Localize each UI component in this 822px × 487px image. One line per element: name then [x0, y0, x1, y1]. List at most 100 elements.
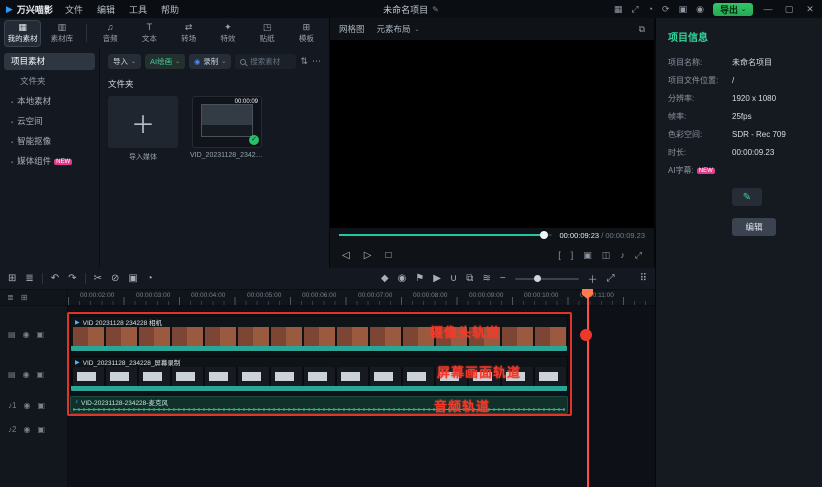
- sidebar-item-project-media[interactable]: 项目素材: [4, 53, 95, 70]
- ai-paint-button[interactable]: AI绘画 ⌄: [145, 54, 186, 69]
- eye-icon[interactable]: ◉: [23, 330, 30, 339]
- lock-icon[interactable]: ▣: [37, 425, 45, 434]
- zoom-out-icon[interactable]: −: [500, 273, 506, 284]
- cart-icon[interactable]: ▣: [679, 4, 688, 15]
- magnet-icon[interactable]: ∪: [450, 273, 457, 284]
- tab-stock[interactable]: ▥ 素材库: [43, 20, 80, 47]
- record-button[interactable]: ◉ 录制 ⌄: [189, 54, 232, 69]
- zoom-slider-handle[interactable]: [533, 275, 541, 282]
- time-ruler[interactable]: 00:00:02:00 00:00:03:00 00:00:04:00 00:0…: [68, 290, 655, 305]
- tab-text[interactable]: T 文本: [131, 20, 168, 47]
- tab-audio[interactable]: ♫ 音频: [91, 20, 128, 47]
- rename-icon[interactable]: ✎: [432, 5, 439, 14]
- collapse-tracks-icon[interactable]: ≣: [7, 293, 14, 302]
- export-button[interactable]: 导出 ⌄: [712, 2, 753, 16]
- camera-video-clip[interactable]: ▶ VID 20231128 234228 相机: [70, 316, 568, 352]
- crop-icon[interactable]: ▣: [583, 250, 592, 261]
- logo-icon: ▶: [6, 3, 13, 14]
- minimize-button[interactable]: —: [762, 4, 774, 14]
- more-icon[interactable]: ⋯: [312, 56, 321, 67]
- keyframe-icon[interactable]: ◆: [381, 273, 389, 284]
- track-manage-icon[interactable]: ⊞: [8, 273, 16, 284]
- maximize-button[interactable]: ▢: [783, 4, 795, 15]
- mute-icon[interactable]: ♪: [620, 250, 625, 261]
- track-rows-icon[interactable]: ≣: [25, 273, 33, 284]
- grid-view-icon[interactable]: ⠿: [640, 273, 647, 284]
- undo-icon[interactable]: ↶: [51, 273, 59, 284]
- ruler-label: 00:00:07:00: [358, 292, 393, 299]
- stop-icon[interactable]: □: [385, 250, 391, 261]
- snapshot-icon[interactable]: ◫: [602, 250, 611, 261]
- media-tabs: ▦ 我的素材 ▥ 素材库 ♫ 音频 T 文本 ⇄ 转场 ✦ 特效 ◳ 贴纸 ⊞ …: [0, 18, 329, 48]
- pip-icon[interactable]: ⧉: [639, 24, 645, 35]
- snap-icon[interactable]: ≋: [482, 273, 490, 284]
- play-icon[interactable]: ▷: [364, 250, 372, 261]
- marker-icon[interactable]: ⚑: [415, 273, 424, 284]
- ai-edit-button[interactable]: ✎: [732, 188, 762, 206]
- layout-icon[interactable]: ▦: [614, 4, 623, 15]
- lock-icon[interactable]: ▣: [37, 401, 45, 410]
- lock-icon[interactable]: ▣: [37, 370, 45, 379]
- edit-project-button[interactable]: 编辑: [732, 218, 776, 236]
- mark-in-icon[interactable]: [: [558, 250, 561, 261]
- redo-icon[interactable]: ↷: [68, 273, 76, 284]
- audio-clip[interactable]: ♪ VID-20231128-234228-麦克风: [70, 396, 568, 414]
- mark-out-icon[interactable]: ]: [571, 250, 574, 261]
- crop-tool-icon[interactable]: ▣: [128, 273, 137, 284]
- split-icon[interactable]: ✂: [94, 273, 102, 284]
- import-button[interactable]: 导入 ⌄: [108, 54, 142, 69]
- sidebar-item-media-components[interactable]: ▪ 媒体组件 NEW: [4, 153, 95, 170]
- folder-section-label: 文件夹: [108, 79, 134, 89]
- sidebar-item-smart-cutout[interactable]: ▪ 智能抠像: [4, 133, 95, 150]
- import-media-tile[interactable]: ＋ 导入媒体: [108, 96, 178, 162]
- fit-timeline-icon[interactable]: ⤢: [607, 273, 615, 284]
- sidebar-item-local-media[interactable]: ▪ 本地素材: [4, 93, 95, 110]
- filter-icon[interactable]: ⇅: [300, 56, 308, 67]
- link-icon[interactable]: ⧉: [466, 273, 473, 284]
- menu-help[interactable]: 帮助: [159, 3, 181, 16]
- zoom-slider[interactable]: [514, 275, 579, 282]
- eye-icon[interactable]: ◉: [23, 425, 30, 434]
- seek-progress: [339, 234, 544, 236]
- sidebar-item-folder[interactable]: 文件夹: [4, 73, 95, 90]
- eye-icon[interactable]: ◉: [23, 370, 30, 379]
- screen-audio-strip: [71, 386, 567, 391]
- eye-icon[interactable]: ◉: [23, 401, 30, 410]
- playhead-line[interactable]: [587, 290, 589, 487]
- tab-templates[interactable]: ⊞ 模板: [288, 20, 325, 47]
- menu-tools[interactable]: 工具: [127, 3, 149, 16]
- tab-effects[interactable]: ✦ 特效: [209, 20, 246, 47]
- delete-icon[interactable]: ⊘: [111, 273, 119, 284]
- search-box[interactable]: [235, 54, 297, 69]
- seek-bar[interactable]: [339, 231, 553, 239]
- track-height-icon[interactable]: ⊞: [21, 293, 28, 302]
- total-time: 00:00:09.23: [605, 230, 645, 240]
- account-icon[interactable]: ◉: [696, 4, 704, 15]
- sync-icon[interactable]: ⟳: [662, 4, 670, 15]
- tab-stickers[interactable]: ◳ 贴纸: [248, 20, 285, 47]
- resize-icon[interactable]: ⤢: [631, 4, 638, 15]
- help-icon[interactable]: ◔: [648, 4, 653, 14]
- ruler-label: 00:00:06:00: [302, 292, 337, 299]
- render-preview-icon[interactable]: ▶: [433, 273, 441, 284]
- menu-file[interactable]: 文件: [63, 3, 85, 16]
- view-mode-label[interactable]: 网格图: [339, 23, 365, 35]
- lock-icon[interactable]: ▣: [37, 330, 45, 339]
- fullscreen-icon[interactable]: ⤢: [635, 250, 642, 261]
- seek-handle[interactable]: [539, 231, 548, 239]
- menu-edit[interactable]: 编辑: [95, 3, 117, 16]
- previous-frame-icon[interactable]: ◁: [342, 250, 350, 261]
- video-clip-tile[interactable]: 00:00:09 ✓ VID_20231128_234228.mp4: [190, 96, 264, 159]
- zoom-in-icon[interactable]: ＋: [588, 271, 598, 286]
- search-input[interactable]: [250, 57, 292, 66]
- tab-my-media[interactable]: ▦ 我的素材: [4, 19, 42, 47]
- tab-transition[interactable]: ⇄ 转场: [170, 20, 207, 47]
- layout-dropdown[interactable]: 元素布局 ⌄: [377, 23, 420, 35]
- sidebar-item-cloud[interactable]: ▪ 云空间: [4, 113, 95, 130]
- close-button[interactable]: ✕: [804, 4, 816, 15]
- speed-icon[interactable]: ◔: [147, 273, 153, 284]
- timeline-tracks[interactable]: ▶ VID 20231128 234228 相机 ▶ VID_20231128_…: [68, 306, 655, 487]
- voiceover-icon[interactable]: ◉: [398, 273, 407, 284]
- screen-video-clip[interactable]: ▶ VID_20231128_234228_屏幕录制: [70, 356, 568, 392]
- preview-viewport[interactable]: [330, 40, 654, 228]
